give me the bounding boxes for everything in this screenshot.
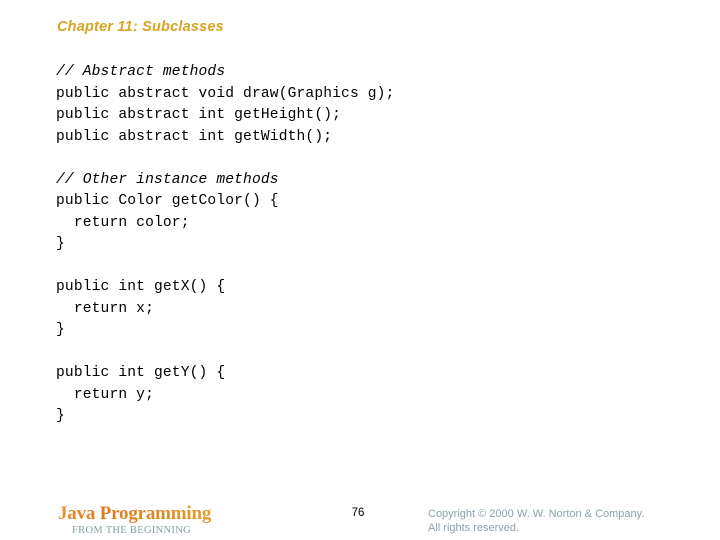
slide-footer: Java Programming FROM THE BEGINNING 76 C… (0, 500, 720, 540)
code-line: public abstract int getHeight(); (56, 107, 342, 123)
code-line: // Other instance methods (56, 171, 279, 188)
code-line: public int getX() { (56, 279, 226, 295)
slide-canvas: Chapter 11: Subclasses // Abstract metho… (0, 0, 720, 540)
code-line: return x; (56, 300, 154, 317)
copyright-line-1: Copyright © 2000 W. W. Norton & Company. (428, 508, 645, 520)
page-title: Chapter 11: Subclasses (57, 19, 224, 35)
code-line: public abstract int getWidth(); (56, 128, 333, 145)
code-line: } (56, 236, 65, 252)
brand-title: Java Programming (58, 504, 308, 524)
copyright-notice: Copyright © 2000 W. W. Norton & Company.… (428, 507, 698, 535)
brand-logo: Java Programming FROM THE BEGINNING (58, 504, 308, 537)
code-line: return color; (56, 214, 190, 231)
code-line: // Abstract methods (56, 64, 226, 80)
brand-subtitle: FROM THE BEGINNING (72, 525, 191, 536)
code-line: return y; (56, 386, 154, 403)
code-line: public abstract void draw(Graphics g); (56, 85, 395, 102)
code-listing: // Abstract methods public abstract void … (56, 62, 656, 428)
page-number: 76 (351, 507, 365, 519)
code-line: public int getY() { (56, 365, 226, 381)
code-line: } (56, 408, 65, 424)
copyright-line-2: All rights reserved. (428, 522, 520, 534)
code-line: } (56, 322, 65, 338)
code-line: public Color getColor() { (56, 193, 279, 209)
